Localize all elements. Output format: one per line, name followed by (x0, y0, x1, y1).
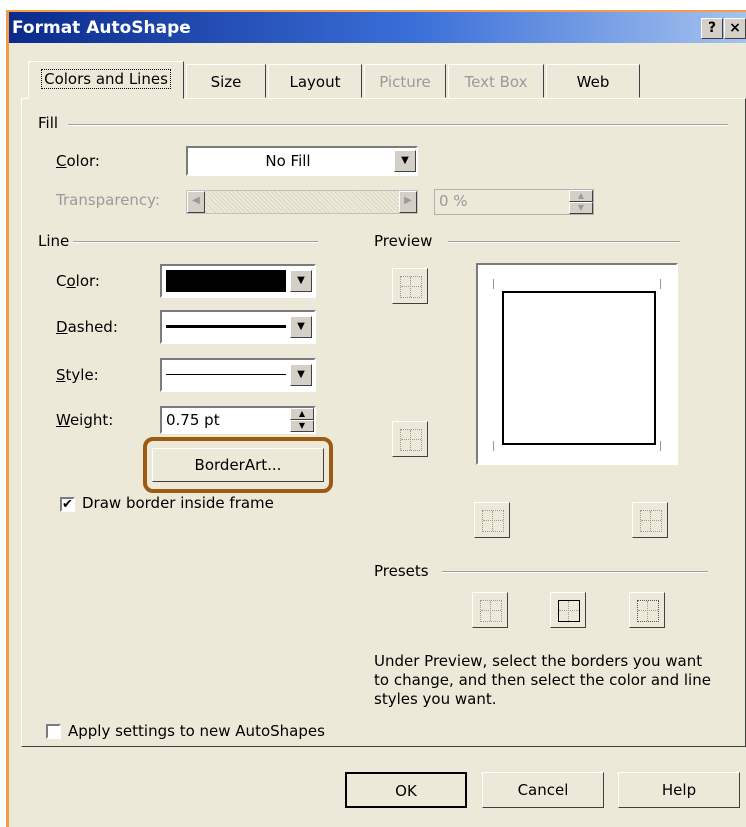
spin-up-icon[interactable]: ▲ (290, 408, 314, 420)
scroll-left-icon[interactable]: ◀ (187, 191, 205, 213)
help-label: Help (661, 781, 697, 799)
chevron-down-icon[interactable]: ▼ (394, 150, 416, 172)
presets-group-line (442, 571, 708, 573)
tab-layout[interactable]: Layout (268, 64, 362, 98)
apply-settings-checkbox[interactable] (46, 724, 61, 739)
fill-group-line (68, 124, 728, 126)
apply-settings-label: Apply settings to new AutoShapes (68, 722, 325, 740)
cancel-label: Cancel (517, 781, 569, 799)
weight-label: Weight: (56, 411, 114, 429)
ok-label: OK (395, 782, 417, 800)
transparency-label: Transparency: (56, 191, 161, 209)
top-border-toggle[interactable] (392, 268, 428, 304)
preview-corner-mark (660, 441, 666, 451)
preview-corner-mark (488, 279, 494, 289)
left-border-toggle[interactable] (474, 502, 510, 538)
help-button[interactable]: Help (618, 772, 740, 808)
transparency-field[interactable]: 0 % ▲ ▼ (434, 189, 594, 215)
window-title: Format AutoShape (12, 18, 191, 38)
preview-corner-mark (660, 279, 666, 289)
preview-group-label: Preview (374, 232, 437, 250)
right-border-toggle[interactable] (632, 502, 668, 538)
line-color-swatch (166, 270, 286, 292)
fill-color-label: Color: (56, 152, 100, 170)
preset-none-button[interactable] (472, 592, 508, 628)
scroll-right-icon[interactable]: ▶ (399, 191, 417, 213)
style-sample (166, 374, 286, 375)
dashed-label: Dashed: (56, 318, 118, 336)
weight-field[interactable]: 0.75 pt ▲ ▼ (160, 406, 316, 434)
borderart-button[interactable]: BorderArt... (152, 448, 324, 482)
weight-value: 0.75 pt (166, 411, 220, 429)
help-icon[interactable]: ? (701, 18, 723, 39)
tab-picture[interactable]: Picture (364, 64, 446, 98)
fill-color-dropdown[interactable]: No Fill ▼ (186, 146, 418, 176)
fill-group-label: Fill (38, 114, 63, 132)
ok-button[interactable]: OK (345, 772, 467, 808)
spin-down-icon[interactable]: ▼ (290, 420, 314, 432)
dashed-dropdown[interactable]: ▼ (160, 310, 316, 344)
draw-inside-label: Draw border inside frame (82, 494, 274, 512)
presets-help-text: Under Preview, select the borders you wa… (374, 652, 711, 708)
line-group-label: Line (38, 232, 74, 250)
cancel-button[interactable]: Cancel (482, 772, 604, 808)
bottom-border-toggle[interactable] (392, 421, 428, 457)
preview-box (502, 291, 656, 445)
presets-group-label: Presets (374, 562, 433, 580)
preview-corner-mark (488, 441, 494, 451)
draw-inside-checkbox[interactable]: ✔ (60, 497, 75, 512)
transparency-slider[interactable]: ◀ ▶ (186, 190, 418, 214)
preview-area[interactable] (476, 263, 678, 465)
tab-label: Layout (289, 73, 341, 91)
spin-up-icon[interactable]: ▲ (569, 190, 593, 202)
preset-grid-button[interactable] (629, 592, 665, 628)
tab-size[interactable]: Size (186, 64, 266, 98)
preview-group-line (448, 241, 680, 243)
close-icon[interactable]: × (724, 18, 746, 39)
tab-text-box[interactable]: Text Box (448, 64, 544, 98)
fill-color-value: No Fill (265, 152, 311, 170)
tab-label: Size (210, 73, 242, 91)
tab-label: Picture (379, 73, 431, 91)
spin-down-icon[interactable]: ▼ (569, 202, 593, 214)
preset-box-button[interactable] (550, 592, 586, 628)
style-label: Style: (56, 366, 99, 384)
tab-label: Colors and Lines (41, 69, 171, 89)
borderart-label: BorderArt... (194, 456, 282, 474)
chevron-down-icon[interactable]: ▼ (290, 364, 312, 386)
transparency-value: 0 % (439, 192, 468, 210)
line-color-dropdown[interactable]: ▼ (160, 264, 316, 298)
tab-label: Text Box (464, 73, 528, 91)
chevron-down-icon[interactable]: ▼ (290, 316, 312, 338)
tab-web[interactable]: Web (546, 64, 640, 98)
dashed-sample (166, 325, 286, 328)
chevron-down-icon[interactable]: ▼ (290, 270, 312, 292)
line-group-line (72, 241, 318, 243)
tab-label: Web (576, 73, 610, 91)
tab-colors-and-lines[interactable]: Colors and Lines (28, 61, 184, 99)
line-color-label: Color: (56, 272, 100, 290)
style-dropdown[interactable]: ▼ (160, 358, 316, 392)
